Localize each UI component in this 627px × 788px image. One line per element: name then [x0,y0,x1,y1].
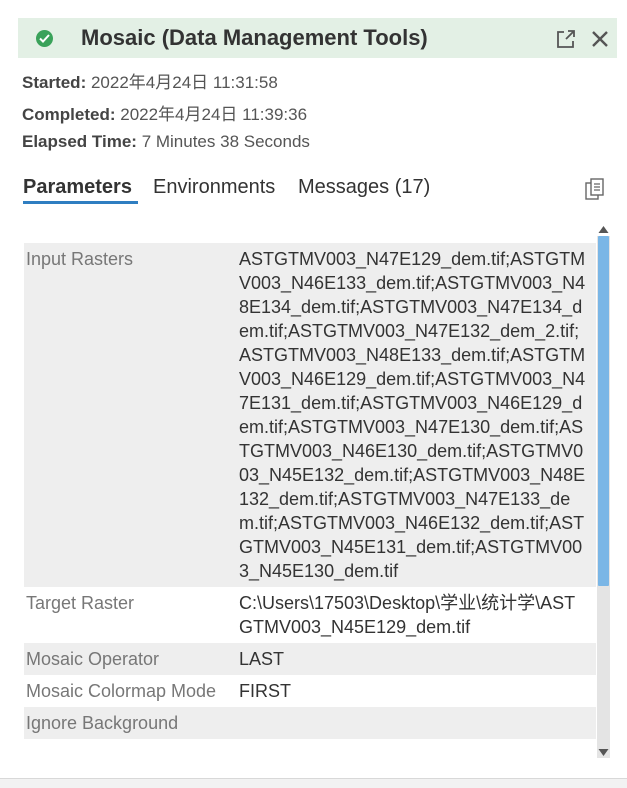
tab-environments[interactable]: Environments [153,176,275,199]
param-row-colormap-mode: Mosaic Colormap Mode FIRST [24,675,596,707]
started-row: Started: 2022年4月24日 11:31:58 [22,68,278,93]
scroll-up-arrow-icon[interactable] [597,222,610,234]
check-circle-icon [36,30,53,47]
elapsed-row: Elapsed Time: 7 Minutes 38 Seconds [22,132,310,152]
completed-label: Completed: [22,105,116,124]
param-label: Target Raster [26,593,135,613]
param-label: Input Rasters [26,249,134,269]
param-row-ignore-background: Ignore Background [24,707,596,739]
param-value [239,711,591,735]
tool-title: Mosaic (Data Management Tools) [81,25,428,50]
param-value: ASTGTMV003_N47E129_dem.tif;ASTGTMV003_N4… [239,249,586,581]
param-value: FIRST [239,681,291,701]
completed-row: Completed: 2022年4月24日 11:39:36 [22,100,307,125]
completed-value: 2022年4月24日 11:39:36 [120,105,308,124]
popout-icon[interactable] [555,28,577,50]
tab-messages[interactable]: Messages (17) [298,176,430,199]
param-row-target-raster: Target Raster C:\Users\17503\Desktop\学业\… [24,587,596,643]
param-row-input-rasters: Input Rasters ASTGTMV003_N47E129_dem.tif… [24,243,596,587]
active-tab-indicator [23,201,138,204]
close-icon[interactable] [590,29,610,49]
parameters-table: Input Rasters ASTGTMV003_N47E129_dem.tif… [24,243,596,760]
elapsed-value: 7 Minutes 38 Seconds [141,132,310,151]
started-label: Started: [22,73,87,92]
tab-parameters[interactable]: Parameters [23,176,132,199]
elapsed-label: Elapsed Time: [22,132,137,151]
copy-details-icon[interactable] [584,178,606,202]
scrollbar-thumb[interactable] [598,236,609,586]
tool-header: Mosaic (Data Management Tools) [18,18,617,58]
param-value: LAST [239,649,285,669]
param-row-mosaic-operator: Mosaic Operator LAST [24,643,596,675]
param-label: Mosaic Operator [26,649,160,669]
scroll-down-arrow-icon[interactable] [597,746,610,758]
started-value: 2022年4月24日 11:31:58 [90,73,278,92]
param-label: Mosaic Colormap Mode [26,681,217,701]
param-label: Ignore Background [26,713,179,733]
param-value: C:\Users\17503\Desktop\学业\统计学\ASTGTMV003… [239,593,576,637]
